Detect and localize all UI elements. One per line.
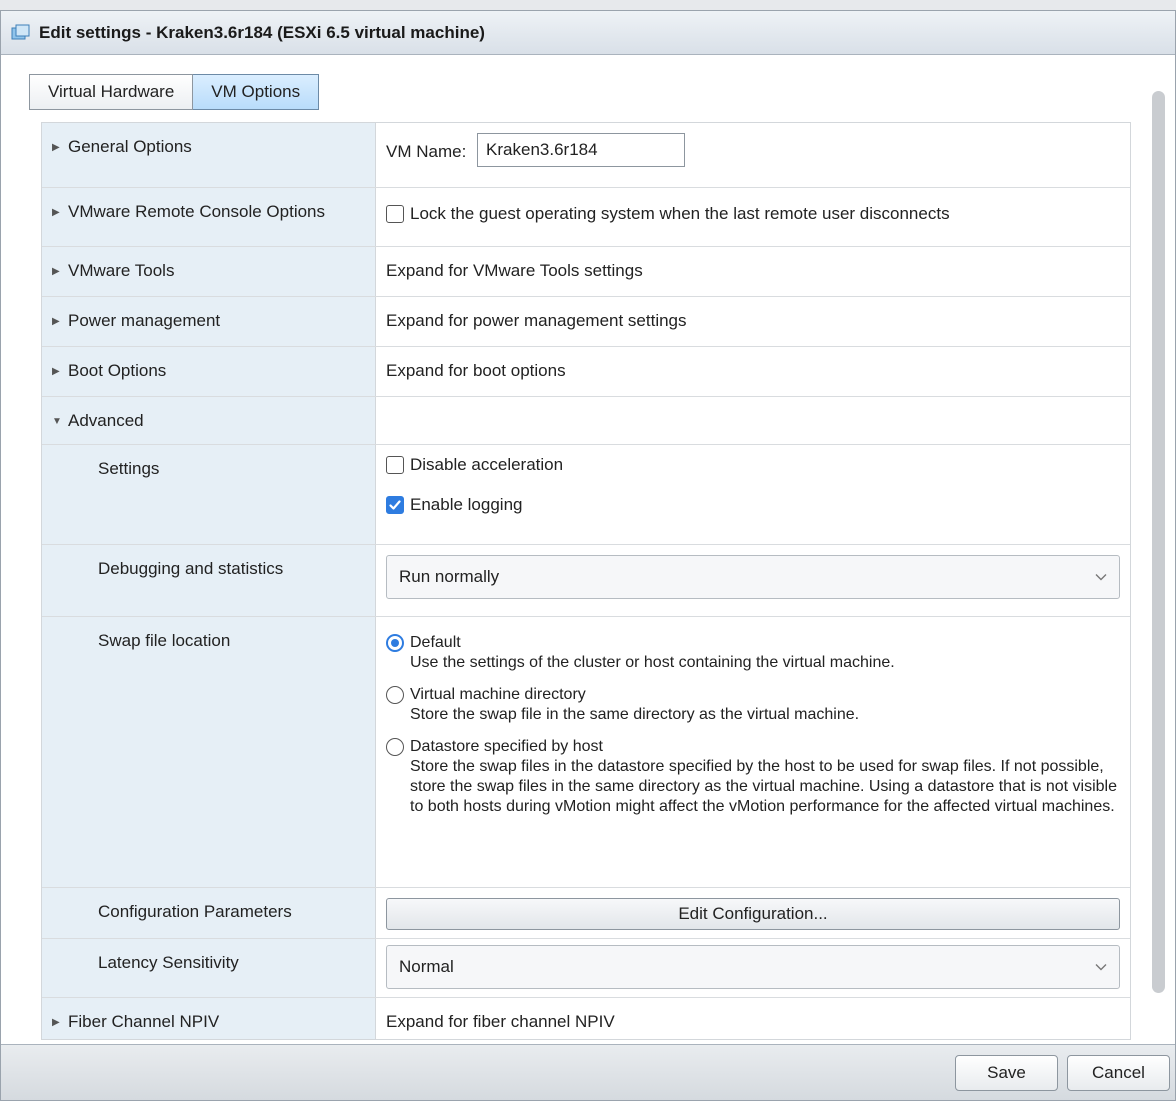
row-boot-options: ▶ Boot Options Expand for boot options bbox=[42, 347, 1130, 397]
edit-settings-dialog: Edit settings - Kraken3.6r184 (ESXi 6.5 … bbox=[0, 10, 1176, 1101]
options-table: ▶ General Options VM Name: ▶ VMware Remote… bbox=[41, 122, 1131, 1040]
section-header-boot-options[interactable]: ▶ Boot Options bbox=[42, 347, 376, 396]
swap-option-vm-directory: Virtual machine directory Store the swap… bbox=[386, 685, 1120, 725]
settings-value: Disable acceleration Enable logging bbox=[376, 445, 1130, 544]
section-header-general-options[interactable]: ▶ General Options bbox=[42, 123, 376, 187]
vertical-scrollbar[interactable] bbox=[1152, 91, 1165, 993]
caret-right-icon: ▶ bbox=[52, 366, 60, 378]
enable-logging-checkbox[interactable] bbox=[386, 496, 404, 514]
lock-guest-option: Lock the guest operating system when the… bbox=[386, 198, 1120, 230]
row-remote-console: ▶ VMware Remote Console Options Lock the … bbox=[42, 188, 1130, 247]
caret-right-icon: ▶ bbox=[52, 207, 60, 219]
section-label: VMware Tools bbox=[68, 261, 175, 280]
row-advanced: ▼ Advanced bbox=[42, 397, 1130, 445]
section-header-vmware-tools[interactable]: ▶ VMware Tools bbox=[42, 247, 376, 296]
section-header-power-management[interactable]: ▶ Power management bbox=[42, 297, 376, 346]
swap-option-description: Store the swap files in the datastore sp… bbox=[410, 758, 1118, 815]
checkmark-icon bbox=[389, 500, 401, 510]
boot-options-value: Expand for boot options bbox=[386, 361, 566, 380]
dialog-footer: Save Cancel bbox=[1, 1044, 1175, 1100]
section-label: VMware Remote Console Options bbox=[68, 202, 326, 221]
title-bar: Edit settings - Kraken3.6r184 (ESXi 6.5 … bbox=[1, 11, 1175, 55]
save-button[interactable]: Save bbox=[955, 1055, 1058, 1091]
window-title: Edit settings - Kraken3.6r184 (ESXi 6.5 … bbox=[39, 22, 485, 42]
swap-option-datastore: Datastore specified by host Store the sw… bbox=[386, 737, 1120, 817]
row-general-options: ▶ General Options VM Name: bbox=[42, 123, 1130, 188]
tab-virtual-hardware[interactable]: Virtual Hardware bbox=[29, 74, 194, 110]
section-label: Advanced bbox=[68, 411, 144, 430]
swap-default-radio[interactable] bbox=[386, 634, 404, 652]
swap-datastore-radio[interactable] bbox=[386, 738, 404, 756]
latency-label: Latency Sensitivity bbox=[42, 939, 376, 997]
swap-option-description: Use the settings of the cluster or host … bbox=[410, 654, 895, 671]
row-vmware-tools: ▶ VMware Tools Expand for VMware Tools se… bbox=[42, 247, 1130, 297]
power-management-value: Expand for power management settings bbox=[386, 311, 687, 330]
general-options-value: VM Name: bbox=[376, 123, 1130, 187]
debugging-value: Run normally bbox=[376, 545, 1130, 616]
top-strip bbox=[0, 0, 1176, 10]
section-label: Power management bbox=[68, 311, 221, 330]
fiber-channel-value: Expand for fiber channel NPIV bbox=[386, 1012, 615, 1031]
latency-selected-value: Normal bbox=[399, 957, 454, 976]
row-configuration-parameters: Configuration Parameters Edit Configurat… bbox=[42, 888, 1130, 939]
caret-right-icon: ▶ bbox=[52, 142, 60, 154]
caret-right-icon: ▶ bbox=[52, 266, 60, 278]
enable-logging-label: Enable logging bbox=[410, 495, 523, 514]
remote-console-value: Lock the guest operating system when the… bbox=[376, 188, 1130, 246]
vm-name-label: VM Name: bbox=[386, 142, 467, 161]
row-latency-sensitivity: Latency Sensitivity Normal bbox=[42, 939, 1130, 998]
row-swap-file-location: Swap file location Default Use the setti… bbox=[42, 617, 1130, 888]
debugging-label: Debugging and statistics bbox=[42, 545, 376, 616]
config-params-label: Configuration Parameters bbox=[42, 888, 376, 938]
vm-name-input[interactable] bbox=[477, 133, 686, 167]
caret-right-icon: ▶ bbox=[52, 316, 60, 328]
tab-vm-options[interactable]: VM Options bbox=[193, 74, 320, 110]
swap-option-title: Default bbox=[410, 634, 461, 651]
swap-option-default: Default Use the settings of the cluster … bbox=[386, 633, 1120, 673]
config-params-value: Edit Configuration... bbox=[376, 888, 1130, 938]
swap-option-description: Store the swap file in the same director… bbox=[410, 706, 860, 723]
row-advanced-settings: Settings Disable acceleration Enable log… bbox=[42, 445, 1130, 545]
row-debugging: Debugging and statistics Run normally bbox=[42, 545, 1130, 617]
vm-icon bbox=[11, 24, 31, 42]
caret-right-icon: ▶ bbox=[52, 1017, 60, 1029]
disable-acceleration-label: Disable acceleration bbox=[410, 455, 564, 474]
latency-select[interactable]: Normal bbox=[386, 945, 1120, 989]
disable-acceleration-checkbox[interactable] bbox=[386, 456, 404, 474]
lock-guest-label: Lock the guest operating system when the… bbox=[410, 204, 950, 223]
swap-vm-directory-radio[interactable] bbox=[386, 686, 404, 704]
row-fiber-channel: ▶ Fiber Channel NPIV Expand for fiber cha… bbox=[42, 998, 1130, 1039]
section-label: Fiber Channel NPIV bbox=[68, 1012, 220, 1031]
swap-file-label: Swap file location bbox=[42, 617, 376, 887]
section-label: General Options bbox=[68, 137, 192, 156]
row-power-management: ▶ Power management Expand for power manag… bbox=[42, 297, 1130, 347]
swap-option-title: Datastore specified by host bbox=[410, 738, 603, 755]
section-header-advanced[interactable]: ▼ Advanced bbox=[42, 397, 376, 444]
caret-down-icon: ▼ bbox=[52, 416, 62, 428]
edit-configuration-button[interactable]: Edit Configuration... bbox=[386, 898, 1120, 930]
advanced-value bbox=[376, 397, 1130, 444]
debugging-selected-value: Run normally bbox=[399, 567, 500, 586]
enable-logging-option: Enable logging bbox=[386, 481, 1120, 521]
swap-file-value: Default Use the settings of the cluster … bbox=[376, 617, 1130, 887]
section-header-remote-console[interactable]: ▶ VMware Remote Console Options bbox=[42, 188, 376, 246]
tab-bar: Virtual Hardware VM Options bbox=[29, 74, 320, 110]
vmware-tools-value: Expand for VMware Tools settings bbox=[386, 261, 643, 280]
settings-label: Settings bbox=[42, 445, 376, 544]
swap-option-title: Virtual machine directory bbox=[410, 686, 586, 703]
latency-value: Normal bbox=[376, 939, 1130, 997]
cancel-button[interactable]: Cancel bbox=[1067, 1055, 1170, 1091]
chevron-down-icon bbox=[1095, 964, 1107, 971]
debugging-select[interactable]: Run normally bbox=[386, 555, 1120, 599]
lock-guest-checkbox[interactable] bbox=[386, 205, 404, 223]
section-label: Boot Options bbox=[68, 361, 167, 380]
chevron-down-icon bbox=[1095, 574, 1107, 581]
disable-acceleration-option: Disable acceleration bbox=[386, 449, 1120, 481]
section-header-fiber-channel[interactable]: ▶ Fiber Channel NPIV bbox=[42, 998, 376, 1039]
